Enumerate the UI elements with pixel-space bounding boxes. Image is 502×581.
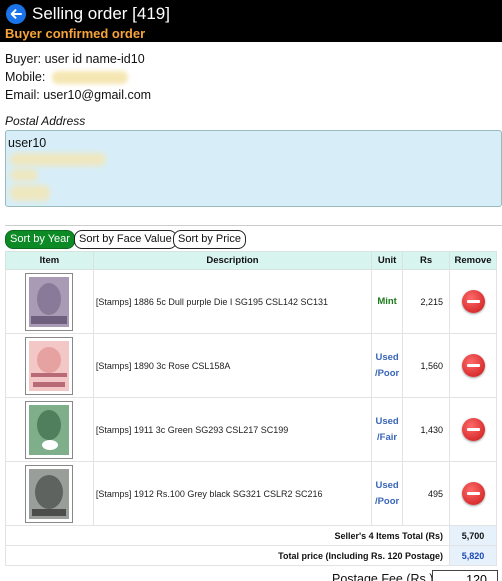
remove-minus-icon[interactable] <box>461 290 485 313</box>
buyer-name: Buyer: user id name-id10 <box>5 52 145 66</box>
column-header-item: Item <box>5 251 94 270</box>
buyer-mobile: Mobile: <box>5 70 128 85</box>
item-price: 1,560 <box>402 333 450 398</box>
remove-cell <box>449 461 497 526</box>
item-description: [Stamps] 1890 3c Rose CSL158A <box>92 333 373 398</box>
redacted-address-line <box>10 153 106 166</box>
buyer-email: Email: user10@gmail.com <box>5 88 152 102</box>
app-header: Selling order [419] Buyer confirmed orde… <box>0 0 502 42</box>
item-image-cell <box>5 269 94 334</box>
stamp-image[interactable] <box>25 464 74 523</box>
mobile-label: Mobile: <box>5 70 46 84</box>
column-header-unit: Unit <box>371 251 404 270</box>
postal-address-label: Postal Address <box>5 114 86 128</box>
item-price: 2,215 <box>402 269 450 334</box>
table-row: [Stamps] 1890 3c Rose CSL158A Used /Poor… <box>5 333 497 398</box>
table-row: [Stamps] 1886 5c Dull purple Die I SG195… <box>5 269 497 334</box>
postal-address-field[interactable]: user10 <box>5 130 502 207</box>
grand-total-label: Total price (Including Rs. 120 Postage) <box>5 545 450 566</box>
seller-total-label: Seller's 4 Items Total (Rs) <box>5 525 450 546</box>
item-description: [Stamps] 1911 3c Green SG293 CSL217 SC19… <box>92 397 373 462</box>
remove-cell <box>449 397 497 462</box>
back-arrow-icon[interactable] <box>6 4 26 24</box>
item-image-cell <box>5 397 94 462</box>
table-row: [Stamps] 1912 Rs.100 Grey black SG321 CS… <box>5 461 497 526</box>
item-description: [Stamps] 1912 Rs.100 Grey black SG321 CS… <box>92 461 373 526</box>
seller-total-value: 5,700 <box>449 525 497 546</box>
table-header-row: Item Description Unit Rs Remove <box>5 251 497 270</box>
redacted-address-line <box>10 185 50 201</box>
remove-cell <box>449 269 497 334</box>
stamp-image[interactable] <box>25 336 74 395</box>
sort-by-year-button[interactable]: Sort by Year <box>5 230 75 249</box>
postage-fee-label: Postage Fee (Rs.) <box>332 572 434 581</box>
remove-minus-icon[interactable] <box>461 482 485 505</box>
seller-total-row: Seller's 4 Items Total (Rs) 5,700 <box>5 525 497 546</box>
column-header-rs: Rs <box>402 251 450 270</box>
sort-by-price-button[interactable]: Sort by Price <box>173 230 246 249</box>
divider <box>5 225 502 226</box>
item-unit: Used /Poor <box>371 461 404 526</box>
remove-minus-icon[interactable] <box>461 418 485 441</box>
remove-cell <box>449 333 497 398</box>
postage-fee-input[interactable] <box>432 570 498 581</box>
remove-minus-icon[interactable] <box>461 354 485 377</box>
table-row: [Stamps] 1911 3c Green SG293 CSL217 SC19… <box>5 397 497 462</box>
order-items-table: Item Description Unit Rs Remove [Stamps]… <box>5 251 497 566</box>
item-image-cell <box>5 461 94 526</box>
item-unit: Used /Poor <box>371 333 404 398</box>
item-image-cell <box>5 333 94 398</box>
item-unit: Mint <box>371 269 404 334</box>
redacted-address-line <box>10 169 38 181</box>
column-header-remove: Remove <box>449 251 497 270</box>
grand-total-row: Total price (Including Rs. 120 Postage) … <box>5 545 497 566</box>
item-price: 1,430 <box>402 397 450 462</box>
redacted-mobile <box>51 71 128 85</box>
column-header-description: Description <box>92 251 373 270</box>
order-status: Buyer confirmed order <box>5 26 146 41</box>
postal-address-line1: user10 <box>8 136 47 150</box>
sort-by-face-value-button[interactable]: Sort by Face Value <box>74 230 177 249</box>
grand-total-value: 5,820 <box>449 545 497 566</box>
page-title: Selling order [419] <box>32 4 170 23</box>
item-unit: Used /Fair <box>371 397 404 462</box>
item-description: [Stamps] 1886 5c Dull purple Die I SG195… <box>92 269 373 334</box>
item-price: 495 <box>402 461 450 526</box>
stamp-image[interactable] <box>25 272 74 331</box>
stamp-image[interactable] <box>25 400 74 459</box>
